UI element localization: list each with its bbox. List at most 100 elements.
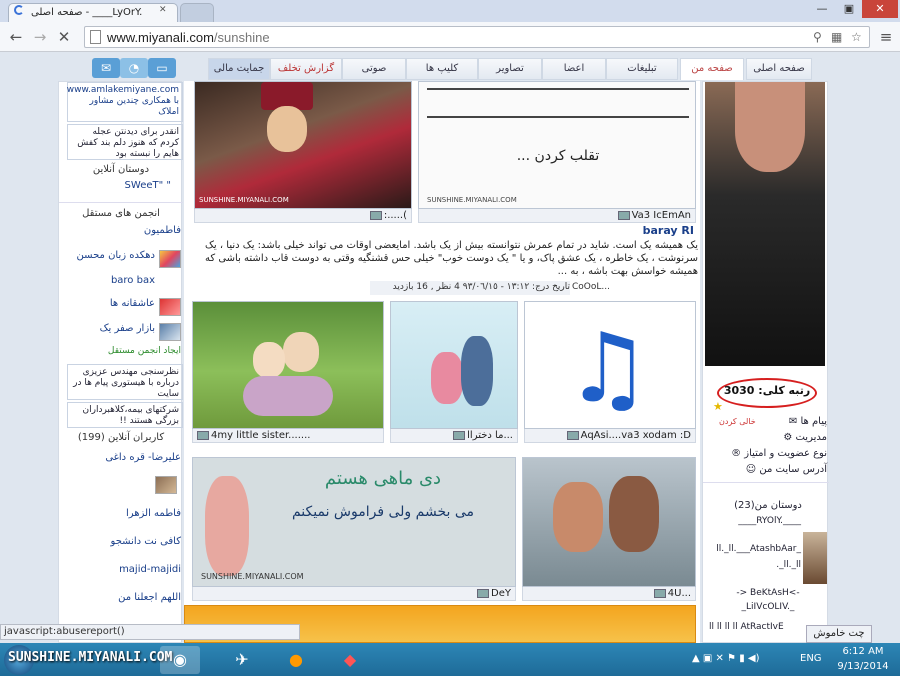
- photo-caption[interactable]: AqAsi....va3 xodam :D: [524, 429, 696, 443]
- ad-shoes[interactable]: انقدر برای دیدنتن عجله کردم که هنوز دلم …: [67, 124, 183, 160]
- menu-icon[interactable]: ≡: [876, 27, 896, 47]
- clock-date[interactable]: 9/13/2014: [832, 661, 894, 672]
- friend-link[interactable]: ._ll._ll: [709, 560, 801, 574]
- firefox-icon[interactable]: ●: [276, 646, 316, 674]
- stop-loading-icon[interactable]: ✕: [54, 27, 74, 47]
- browser-tab-active[interactable]: صفحه اصلی - ____LyOrY.: [8, 3, 178, 22]
- status-bar-url: javascript:abusereport(): [0, 624, 300, 640]
- menu-membership[interactable]: نوع عضویت و امتیاز ®: [709, 448, 827, 462]
- photo-caption[interactable]: :.....(: [194, 209, 412, 223]
- menu-admin[interactable]: مدیریت ⚙: [709, 432, 827, 446]
- photo-caption[interactable]: ما دختراا...: [390, 429, 518, 443]
- friend-link[interactable]: ____RYOlY.____: [709, 516, 801, 530]
- friend-link[interactable]: ll._ll.___AtashbAar_: [709, 544, 801, 558]
- mail-icon[interactable]: ✉: [92, 58, 120, 78]
- cartoon-image[interactable]: ... تقلب کردن SUNSHINE.MIYANALI.COM: [418, 81, 696, 209]
- online-friend-link[interactable]: SWeeT" ": [59, 180, 171, 191]
- address-bar[interactable]: www.miyanali.com/sunshine ⚲ ▦ ☆: [84, 26, 870, 48]
- camera-icon: [369, 210, 382, 220]
- page-icon: [90, 30, 101, 44]
- post-author[interactable]: baray RI: [584, 224, 694, 237]
- minimize-button[interactable]: —: [808, 0, 836, 18]
- star-icon: ★: [713, 400, 723, 413]
- new-tab-button[interactable]: [180, 3, 214, 22]
- tab-clips[interactable]: کلیپ ها: [406, 58, 478, 80]
- forward-arrow-icon[interactable]: →: [30, 27, 50, 47]
- profile-photo[interactable]: [705, 82, 825, 366]
- input-language[interactable]: ENG: [800, 653, 822, 664]
- photo-caption[interactable]: 4my little sister.......: [192, 429, 384, 443]
- group-item[interactable]: baro bax: [63, 275, 181, 293]
- clock-time[interactable]: 6:12 AM: [832, 646, 894, 657]
- group-item[interactable]: بازار صفر یک: [63, 323, 181, 341]
- back-arrow-icon[interactable]: ←: [6, 27, 26, 47]
- create-group-link[interactable]: ایجاد انجمن مستقل: [63, 346, 181, 364]
- taskbar: SUNSHINE.MIYANALI.COM ◉ ✈ ● ◆ ▲ ▣ ✕ ⚑ ▮ …: [0, 643, 900, 676]
- tab-audio[interactable]: صوتی: [342, 58, 406, 80]
- group-item[interactable]: فاطمیون: [63, 225, 181, 243]
- friend-link[interactable]: -> BeKtAsH<-: [709, 588, 827, 602]
- ad-amlak[interactable]: www.amlakemiyane.com با همکاری چندین مشا…: [67, 82, 183, 122]
- sisters-photo[interactable]: [192, 301, 384, 429]
- chat-bubbles-icon[interactable]: ◔: [120, 58, 148, 78]
- cartoon-desks: [427, 88, 689, 118]
- group-item[interactable]: دهکده زبان محسن: [63, 250, 181, 268]
- ad-survey[interactable]: نظرسنجی مهندس عزیزی درباره با هیستوری پی…: [67, 364, 183, 400]
- tab-ads[interactable]: تبلیغات: [606, 58, 678, 80]
- cartoon-couple-image[interactable]: [390, 301, 518, 429]
- bookmark-star-icon[interactable]: ☆: [851, 30, 862, 44]
- menu-site-address[interactable]: آدرس سایت من ☺: [709, 464, 827, 478]
- watermark-text: SUNSHINE.MIYANALI.COM: [8, 650, 173, 665]
- tray-icons[interactable]: ▲ ▣ ✕ ⚑ ▮ ◀): [692, 653, 759, 664]
- friend-link[interactable]: _LiIVcOLIV._: [709, 602, 827, 616]
- post-user[interactable]: CoOoL...: [572, 281, 672, 295]
- photo-caption[interactable]: Va3 IcEmAn: [418, 209, 696, 223]
- loading-spinner-icon: [14, 5, 24, 15]
- right-sidebar: رتبه کلی: 3030 ★ پیام ها ✉ خالی کردن مدی…: [702, 81, 829, 643]
- tab-report[interactable]: گزارش تخلف: [270, 58, 342, 80]
- user-avatar: [155, 476, 177, 494]
- group-item[interactable]: عاشقانه ها: [63, 298, 181, 316]
- online-users-heading: کاربران آنلاین (199): [77, 432, 165, 443]
- online-user[interactable]: اللهم اجعلنا من: [63, 592, 181, 610]
- friend-avatar: [803, 532, 827, 584]
- left-sidebar: www.amlakemiyane.com با همکاری چندین مشا…: [58, 81, 183, 643]
- site-nav: ✉ ◔ ▭ جمایت مالی گزارش تخلف صوتی کلیپ ها…: [58, 56, 828, 80]
- groups-heading: انجمن های مستقل: [82, 208, 160, 219]
- friends-online-heading: دوستان آنلاین: [92, 164, 150, 175]
- online-user[interactable]: majid-majidi: [63, 564, 181, 582]
- tab-members[interactable]: اعضا: [542, 58, 606, 80]
- rank: رتبه کلی: 3030: [723, 384, 811, 397]
- music-note-image[interactable]: ♫: [524, 301, 696, 429]
- translate-icon[interactable]: ▦: [831, 30, 842, 44]
- photo-caption[interactable]: 4U...: [522, 587, 696, 601]
- tab-title: صفحه اصلی - ____LyOrY.: [31, 7, 143, 18]
- couple-camera-photo[interactable]: [522, 457, 696, 587]
- tab-close-icon[interactable]: ✕: [159, 5, 167, 15]
- main-content: SUNSHINE.MIYANALI.COM :.....( ... تقلب ک…: [184, 81, 700, 643]
- online-user[interactable]: علیرضا- قره داغی: [63, 452, 181, 470]
- clear-messages-link[interactable]: خالی کردن: [719, 417, 756, 426]
- my-friends-heading: دوستان من(23): [734, 500, 802, 511]
- tab-donate[interactable]: جمایت مالی: [208, 58, 270, 80]
- app-icon[interactable]: ✈: [222, 646, 262, 674]
- comment-icon[interactable]: ▭: [148, 58, 176, 78]
- face: [267, 106, 307, 152]
- maximize-button[interactable]: ▣: [836, 0, 862, 18]
- online-user[interactable]: فاطمه الزهرا: [63, 508, 181, 526]
- photo-caption[interactable]: DeY: [192, 587, 516, 601]
- ad-insurance[interactable]: شرکتهای بیمه،کلاهبرداران بزرگی هستند !!: [67, 402, 183, 428]
- online-user[interactable]: کافی نت دانشجو: [63, 536, 181, 554]
- graduate-photo[interactable]: SUNSHINE.MIYANALI.COM: [194, 81, 412, 209]
- tab-my-page[interactable]: صفحه من: [680, 58, 744, 80]
- tab-home[interactable]: صفحه اصلی: [746, 58, 812, 80]
- tab-images[interactable]: تصاویر: [478, 58, 542, 80]
- browser-icon[interactable]: ◆: [330, 646, 370, 674]
- close-window-button[interactable]: ✕: [862, 0, 898, 18]
- fish-quote-image[interactable]: دی ماهی هستم می بخشم ولی فراموش نمیکنم S…: [192, 457, 516, 587]
- chrome-icon[interactable]: ◉: [160, 646, 200, 674]
- url-text: www.miyanali.com/sunshine: [107, 30, 270, 45]
- chat-status-button[interactable]: چت خاموش: [806, 625, 872, 643]
- post-text: یک همیشه یک است. شاید در تمام عمرش نتوان…: [204, 240, 698, 277]
- zoom-icon[interactable]: ⚲: [813, 30, 822, 44]
